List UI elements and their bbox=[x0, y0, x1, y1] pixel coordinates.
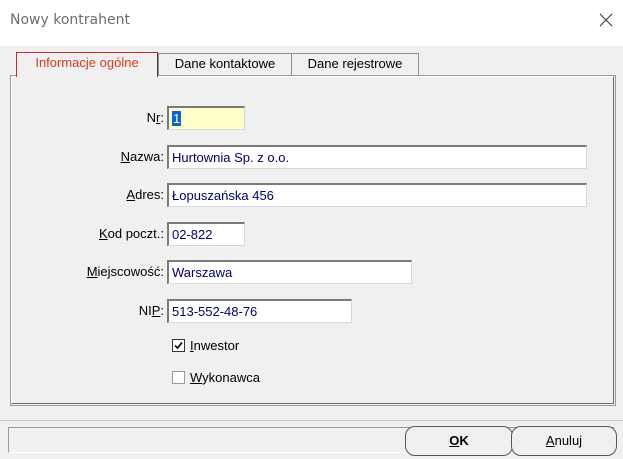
label-part: od poczt.: bbox=[107, 226, 164, 241]
label-accel: W bbox=[190, 369, 203, 385]
nazwa-field[interactable]: Hurtownia Sp. z o.o. bbox=[167, 145, 587, 169]
close-button[interactable] bbox=[595, 9, 617, 31]
miejscowosc-value: Warszawa bbox=[172, 265, 233, 280]
inwestor-label: Inwestor bbox=[190, 338, 239, 353]
label-part: dres: bbox=[135, 187, 164, 202]
tab-informacje-ogolne[interactable]: Informacje ogólne bbox=[16, 52, 158, 77]
miejscowosc-field[interactable]: Warszawa bbox=[167, 260, 412, 284]
checkmark-icon bbox=[174, 341, 183, 349]
close-icon bbox=[599, 13, 613, 27]
label-part: azwa: bbox=[130, 149, 164, 164]
adres-value: Łopuszańska 456 bbox=[172, 188, 274, 203]
ok-button[interactable]: OK bbox=[405, 426, 513, 456]
label-part: N bbox=[146, 110, 157, 125]
wykonawca-checkbox[interactable] bbox=[172, 370, 185, 384]
kod-pocztowy-field[interactable]: 02-822 bbox=[167, 222, 245, 246]
tab-label: Dane kontaktowe bbox=[174, 56, 276, 71]
nr-field[interactable]: 1 bbox=[167, 106, 245, 130]
label-part: nuluj bbox=[554, 433, 583, 448]
wykonawca-checkbox-row[interactable]: Wykonawca bbox=[172, 368, 260, 386]
label-part: nwestor bbox=[193, 337, 240, 353]
kod-pocztowy-value: 02-822 bbox=[172, 227, 213, 242]
cancel-button[interactable]: Anuluj bbox=[511, 426, 617, 456]
label-part: NI bbox=[138, 303, 152, 318]
label-accel: A bbox=[126, 187, 136, 202]
nazwa-label: Nazwa: bbox=[60, 149, 164, 164]
miejscowosc-label: Miejscowość: bbox=[40, 264, 164, 279]
tab-dane-rejestrowe[interactable]: Dane rejestrowe bbox=[291, 53, 419, 75]
wykonawca-label: Wykonawca bbox=[190, 370, 260, 385]
label-accel: O bbox=[449, 433, 460, 448]
tab-label: Dane rejestrowe bbox=[307, 56, 403, 71]
label-part: : bbox=[160, 303, 164, 318]
tab-dane-kontaktowe[interactable]: Dane kontaktowe bbox=[158, 53, 292, 75]
nip-value: 513-552-48-76 bbox=[172, 304, 258, 319]
nr-value: 1 bbox=[172, 111, 182, 126]
window-title: Nowy kontrahent bbox=[10, 12, 130, 28]
dialog-window: Nowy kontrahent Informacje ogólne Dane k… bbox=[0, 0, 623, 459]
label-part: : bbox=[160, 110, 164, 125]
label-accel: M bbox=[86, 264, 98, 279]
label-accel: K bbox=[98, 226, 108, 241]
nazwa-value: Hurtownia Sp. z o.o. bbox=[172, 150, 290, 165]
adres-field[interactable]: Łopuszańska 456 bbox=[167, 183, 587, 207]
inwestor-checkbox[interactable] bbox=[172, 338, 185, 352]
tab-label: Informacje ogólne bbox=[35, 55, 139, 70]
inwestor-checkbox-row[interactable]: Inwestor bbox=[172, 336, 239, 354]
label-part: iejscowość: bbox=[97, 264, 164, 279]
kod-pocztowy-label: Kod poczt.: bbox=[50, 226, 164, 241]
label-accel: N bbox=[120, 149, 131, 164]
nr-label: Nr: bbox=[60, 110, 164, 125]
nip-label: NIP: bbox=[60, 303, 164, 318]
label-accel: A bbox=[545, 433, 555, 448]
title-bar: Nowy kontrahent bbox=[0, 0, 623, 46]
nip-field[interactable]: 513-552-48-76 bbox=[167, 299, 352, 323]
label-part: K bbox=[459, 433, 469, 448]
label-part: ykonawca bbox=[202, 369, 260, 385]
adres-label: Adres: bbox=[60, 187, 164, 202]
